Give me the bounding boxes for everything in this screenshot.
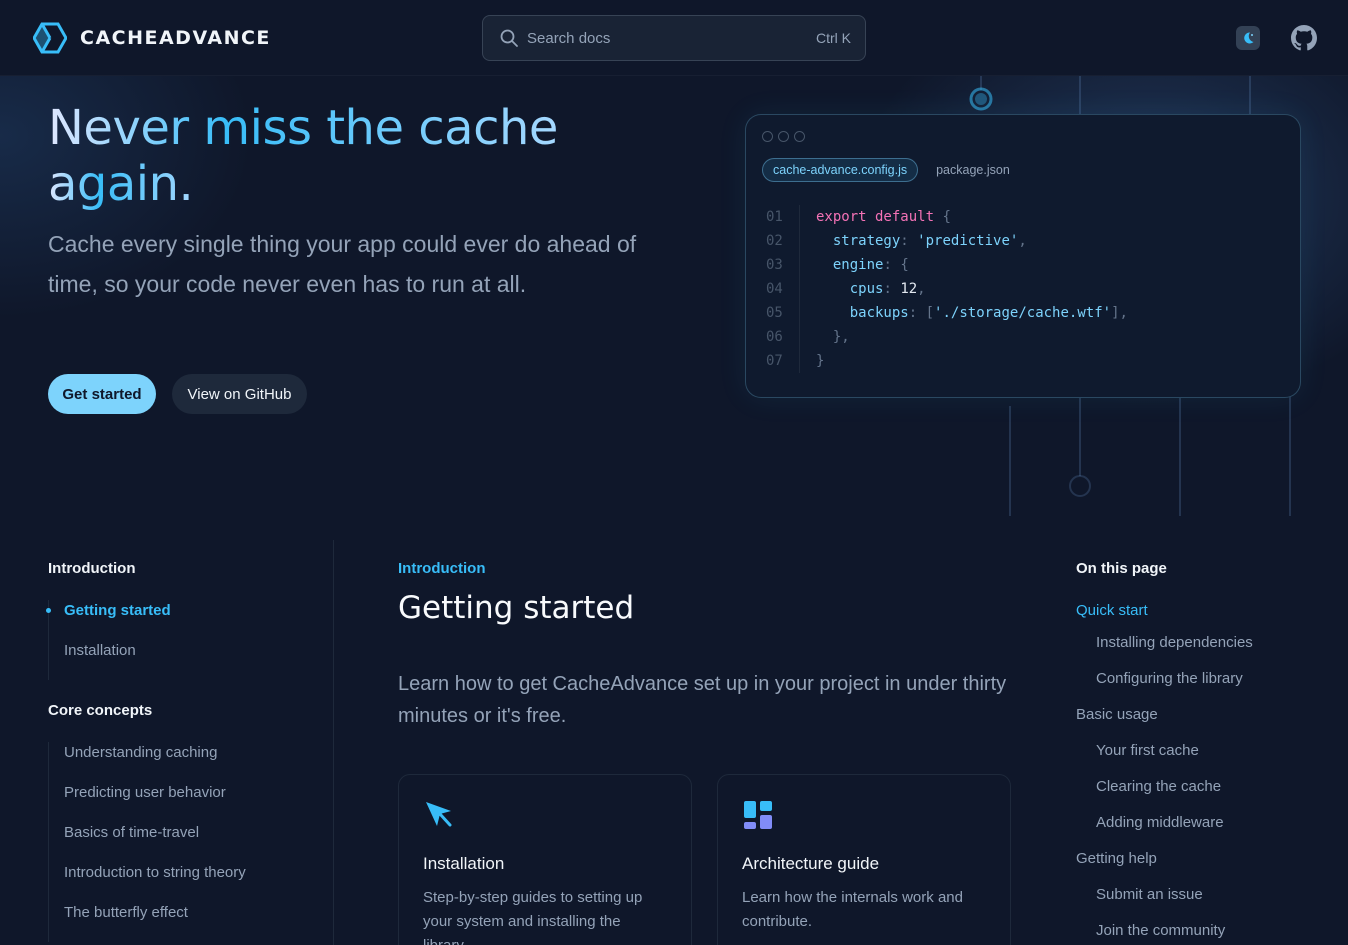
code-line: 03 engine: {	[766, 253, 1128, 277]
card-description: Step-by-step guides to setting up your s…	[423, 889, 643, 945]
sidebar-item-installation[interactable]: Installation	[49, 640, 333, 680]
section-eyebrow: Introduction	[398, 560, 486, 577]
code-line: 06 },	[766, 325, 1128, 349]
nav-section-title: Core concepts	[48, 702, 153, 719]
toc-item-installing-dependencies[interactable]: Installing dependencies	[1076, 632, 1336, 668]
tab-package-json[interactable]: package.json	[926, 159, 1020, 181]
toc-item-quick-start[interactable]: Quick start	[1076, 600, 1336, 632]
page-lead: Learn how to get CacheAdvance set up in …	[398, 673, 1007, 727]
line-number: 07	[766, 349, 800, 373]
line-number: 03	[766, 253, 800, 277]
toc-item-configuring-library[interactable]: Configuring the library	[1076, 668, 1336, 704]
search-docs-button[interactable]: Search docs Ctrl K	[482, 15, 866, 61]
code-line: 01 export default {	[766, 205, 1128, 229]
toc-item-clearing-cache[interactable]: Clearing the cache	[1076, 776, 1336, 812]
sidebar-item-getting-started[interactable]: Getting started	[46, 600, 333, 640]
toc-heading: On this page	[1076, 560, 1167, 577]
code-tabs: cache-advance.config.js package.json	[762, 158, 1020, 182]
sidebar-item-understanding-caching[interactable]: Understanding caching	[49, 742, 333, 782]
installation-card[interactable]: Installation Step-by-step guides to sett…	[398, 774, 692, 945]
tab-config-file[interactable]: cache-advance.config.js	[762, 158, 919, 182]
search-placeholder: Search docs	[527, 29, 611, 47]
layout-blocks-icon	[744, 801, 772, 829]
code-block: 01 export default { 02 strategy: 'predic…	[766, 205, 1128, 373]
sidebar-item-predicting-user-behavior[interactable]: Predicting user behavior	[49, 782, 333, 822]
nav-group-core-concepts: Understanding caching Predicting user be…	[48, 742, 333, 942]
resource-cards: Installation Step-by-step guides to sett…	[398, 774, 1011, 945]
window-dots	[762, 131, 805, 142]
on-this-page-toc: On this page Quick start Installing depe…	[1076, 560, 1336, 945]
sidebar-item-time-travel[interactable]: Basics of time-travel	[49, 822, 333, 862]
hero-title: Never miss the cache again.	[48, 100, 668, 212]
code-line: 05 backups: ['./storage/cache.wtf'],	[766, 301, 1128, 325]
toc-item-submit-issue[interactable]: Submit an issue	[1076, 884, 1336, 920]
toc-item-basic-usage[interactable]: Basic usage	[1076, 704, 1336, 740]
line-number: 05	[766, 301, 800, 325]
theme-toggle-button[interactable]	[1236, 26, 1260, 50]
toc-item-join-community[interactable]: Join the community	[1076, 920, 1336, 945]
main-content: Introduction Getting started Learn how t…	[398, 560, 1012, 945]
toc-item-getting-help[interactable]: Getting help	[1076, 848, 1336, 884]
view-on-github-button[interactable]: View on GitHub	[172, 374, 307, 414]
sidebar-divider	[333, 540, 334, 945]
line-number: 02	[766, 229, 800, 253]
moon-icon	[1244, 32, 1254, 44]
brand-logo[interactable]: CACHEADVANCE	[33, 22, 271, 54]
hero-title-line-2: again.	[48, 156, 194, 212]
code-line: 04 cpus: 12,	[766, 277, 1128, 301]
hexagon-logo-icon	[33, 22, 67, 54]
sidebar-item-string-theory[interactable]: Introduction to string theory	[49, 862, 333, 902]
hero-subtitle: Cache every single thing your app could …	[48, 231, 637, 297]
cursor-arrow-icon	[426, 802, 452, 827]
toc-item-adding-middleware[interactable]: Adding middleware	[1076, 812, 1336, 848]
toc-item-first-cache[interactable]: Your first cache	[1076, 740, 1336, 776]
architecture-guide-card[interactable]: Architecture guide Learn how the interna…	[717, 774, 1011, 945]
card-title: Architecture guide	[742, 854, 880, 873]
get-started-button[interactable]: Get started	[48, 374, 156, 414]
top-header: CACHEADVANCE Search docs Ctrl K	[0, 0, 1348, 76]
line-number: 06	[766, 325, 800, 349]
card-description: Learn how the internals work and contrib…	[742, 889, 963, 930]
sidebar-item-butterfly-effect[interactable]: The butterfly effect	[49, 902, 333, 942]
search-icon	[500, 29, 518, 47]
hero-title-line-1: Never miss the cache	[48, 100, 558, 156]
line-number: 01	[766, 205, 800, 229]
sidebar-nav: Introduction Getting started Installatio…	[46, 560, 333, 945]
code-line: 02 strategy: 'predictive',	[766, 229, 1128, 253]
github-icon[interactable]	[1291, 25, 1317, 51]
code-preview-card: cache-advance.config.js package.json 01 …	[745, 114, 1301, 398]
toc-list: Quick start Installing dependencies Conf…	[1076, 600, 1336, 945]
hero-section: Never miss the cache again. Cache every …	[0, 76, 1348, 516]
line-number: 04	[766, 277, 800, 301]
card-title: Installation	[423, 854, 505, 873]
nav-group-introduction: Getting started Installation	[46, 600, 333, 680]
nav-section-title: Introduction	[48, 560, 136, 577]
brand-name: CACHEADVANCE	[80, 27, 271, 49]
search-shortcut-hint: Ctrl K	[816, 30, 851, 46]
page-title: Getting started	[398, 590, 635, 626]
code-line: 07 }	[766, 349, 1128, 373]
